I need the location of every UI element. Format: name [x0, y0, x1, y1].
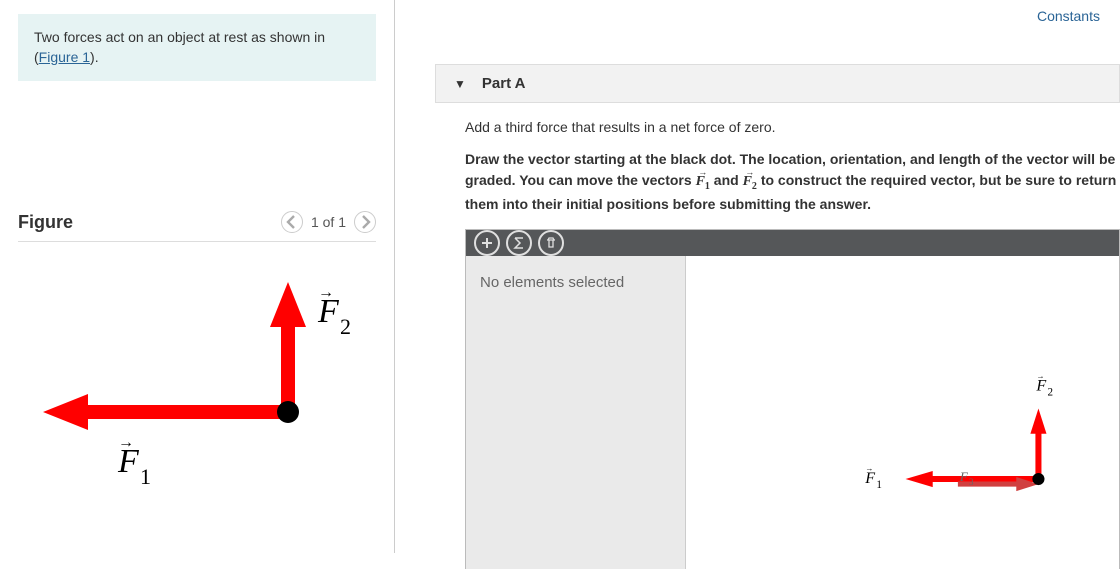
drawing-toolbar [466, 230, 1119, 256]
canvas-f3-sub: 3 [969, 477, 974, 487]
add-vector-button[interactable] [474, 230, 500, 256]
part-instructions: Draw the vector starting at the black do… [465, 149, 1120, 215]
constants-link[interactable]: Constants [1037, 8, 1100, 24]
svg-text:→: → [1036, 371, 1044, 380]
canvas-f2-sub: 2 [1048, 386, 1054, 398]
vec-f2-inline: →F2 [743, 172, 757, 189]
figure-pager: 1 of 1 [281, 211, 376, 233]
drawing-area: No elements selected [465, 229, 1120, 569]
svg-text:2: 2 [1048, 386, 1054, 398]
svg-text:3: 3 [969, 477, 974, 487]
trash-icon [544, 236, 558, 250]
figure-header: Figure 1 of 1 [18, 211, 376, 242]
sigma-icon [512, 236, 526, 250]
pager-text: 1 of 1 [311, 214, 346, 230]
problem-statement: Two forces act on an object at rest as s… [18, 14, 376, 81]
collapse-icon: ▼ [454, 77, 466, 91]
svg-text:2: 2 [340, 314, 351, 339]
svg-text:F: F [959, 469, 969, 484]
inspector-panel: No elements selected [466, 256, 686, 569]
delete-button[interactable] [538, 230, 564, 256]
left-panel: Two forces act on an object at rest as s… [0, 0, 395, 553]
vec-f1-inline: →F1 [696, 172, 710, 189]
svg-text:1: 1 [140, 464, 151, 489]
canvas-f1-sub: 1 [876, 479, 882, 491]
next-figure-button[interactable] [354, 211, 376, 233]
part-prompt: Add a third force that results in a net … [465, 119, 1120, 135]
figure-canvas: F → 2 F → 1 [18, 262, 376, 502]
sum-button[interactable] [506, 230, 532, 256]
svg-text:1: 1 [876, 479, 882, 491]
problem-text-2: ). [90, 49, 99, 65]
chevron-right-icon [355, 212, 375, 232]
drawing-canvas[interactable]: F → 1 F → 2 F 3 [686, 256, 1119, 569]
part-header[interactable]: ▼ Part A [435, 64, 1120, 103]
figure-title: Figure [18, 212, 73, 233]
vec-f2-sub: 2 [752, 181, 757, 192]
plus-icon [480, 236, 494, 250]
inspector-text: No elements selected [480, 274, 624, 291]
part-label: Part A [482, 75, 526, 92]
svg-text:→: → [865, 464, 873, 473]
figure-link[interactable]: Figure 1 [39, 49, 90, 65]
canvas-f3-letter: F [959, 469, 969, 484]
figure-f2-sub: 2 [340, 314, 351, 339]
instr-2: and [714, 172, 743, 188]
svg-text:→: → [118, 434, 134, 451]
vec-f1-sub: 1 [705, 181, 710, 192]
part-body: Add a third force that results in a net … [395, 103, 1120, 569]
prev-figure-button[interactable] [281, 211, 303, 233]
right-panel: Constants ▼ Part A Add a third force tha… [395, 0, 1120, 553]
figure-f1-sub: 1 [140, 464, 151, 489]
chevron-left-icon [282, 212, 302, 232]
svg-text:→: → [318, 284, 334, 301]
